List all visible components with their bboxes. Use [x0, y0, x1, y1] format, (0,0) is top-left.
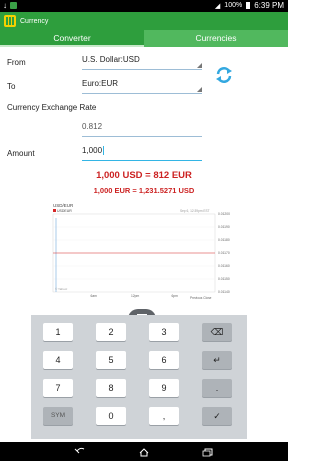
exchange-rate-label: Currency Exchange Rate — [7, 103, 97, 112]
tab-currencies[interactable]: Currencies — [144, 30, 288, 47]
comma-key[interactable]: , — [149, 407, 179, 425]
chart-title: USD/EUR — [53, 203, 74, 208]
y-tick-label: 0.01190 — [218, 225, 230, 229]
from-currency-select[interactable]: U.S. Dollar:USD — [82, 55, 202, 70]
x-tick-label: 12pm — [131, 294, 140, 298]
y-tick-label: 0.01200 — [218, 212, 230, 216]
to-currency-value: Euro:EUR — [82, 79, 119, 88]
x-tick-label: 6am — [91, 294, 98, 298]
clock: 6:39 PM — [254, 1, 284, 10]
key-4[interactable]: 4 — [43, 351, 73, 369]
battery-level: 100% — [224, 2, 243, 9]
tab-converter[interactable]: Converter — [0, 30, 144, 47]
chart-source: © Yahoo! — [55, 287, 67, 291]
y-tick-label: 0.01150 — [218, 277, 230, 281]
numeric-keyboard: 1 2 3 ⌫ 4 5 6 ↵ 7 8 9. SYM 0, ✓ — [31, 315, 247, 439]
recent-apps-icon[interactable] — [202, 447, 214, 457]
signal-icon: ◢ — [214, 2, 221, 10]
inverse-conversion-result: 1,000 EUR = 1,231.5271 USD — [93, 186, 195, 195]
key-0[interactable]: 0 — [96, 407, 126, 425]
swap-currencies-icon[interactable] — [214, 65, 234, 85]
exchange-rate-value: 0.812 — [82, 122, 103, 131]
download-icon: ↓ — [3, 1, 7, 10]
exchange-rate-chart: USD/EUR USDEUR Sep 6, 12:39pm EST 0.0120… — [52, 203, 230, 300]
x-tick-label: 6pm — [172, 294, 179, 298]
app-logo-icon[interactable] — [4, 15, 16, 27]
navigation-bar — [0, 442, 288, 461]
dropdown-caret-icon — [197, 87, 202, 92]
done-key[interactable]: ✓ — [202, 407, 232, 425]
to-currency-select[interactable]: Euro:EUR — [82, 79, 202, 94]
battery-icon — [246, 2, 251, 9]
action-bar: Currency — [0, 12, 288, 30]
app-notification-icon — [10, 2, 17, 9]
tab-bar: Converter Currencies — [0, 30, 288, 47]
backspace-key[interactable]: ⌫ — [202, 323, 232, 341]
text-cursor — [103, 146, 105, 156]
key-7[interactable]: 7 — [43, 379, 73, 397]
app-title: Currency — [20, 17, 49, 25]
y-tick-label: 0.01170 — [218, 251, 230, 255]
symbols-key[interactable]: SYM — [43, 407, 73, 425]
status-bar: ↓ ◢ 100% 6:39 PM — [0, 0, 288, 12]
y-tick-label: 0.01180 — [218, 238, 230, 242]
key-8[interactable]: 8 — [96, 379, 126, 397]
home-icon[interactable] — [138, 447, 150, 457]
back-icon[interactable] — [74, 447, 86, 457]
key-1[interactable]: 1 — [43, 323, 73, 341]
y-tick-label: 0.01140 — [218, 290, 230, 294]
conversion-result: 1,000 USD = 812 EUR — [96, 170, 192, 181]
key-3[interactable]: 3 — [149, 323, 179, 341]
status-left: ↓ — [3, 1, 17, 10]
y-tick-label: 0.01160 — [218, 264, 230, 268]
chart-timestamp: Sep 6, 12:39pm EST — [180, 209, 210, 213]
key-2[interactable]: 2 — [96, 323, 126, 341]
from-currency-value: U.S. Dollar:USD — [82, 55, 140, 64]
period-key[interactable]: . — [202, 379, 232, 397]
amount-value: 1,000 — [82, 146, 103, 155]
chart-legend-bottom: Previous Close — [190, 296, 212, 300]
key-9[interactable]: 9 — [149, 379, 179, 397]
legend-series-name: USDEUR — [57, 209, 72, 213]
amount-label: Amount — [7, 149, 35, 158]
legend-swatch — [53, 209, 56, 212]
dropdown-caret-icon — [197, 63, 202, 68]
key-6[interactable]: 6 — [149, 351, 179, 369]
from-label: From — [7, 58, 26, 67]
enter-key[interactable]: ↵ — [202, 351, 232, 369]
to-label: To — [7, 82, 16, 91]
amount-input[interactable]: 1,000 — [82, 146, 202, 161]
key-5[interactable]: 5 — [96, 351, 126, 369]
exchange-rate-input[interactable]: 0.812 — [82, 122, 202, 137]
status-right: ◢ 100% 6:39 PM — [215, 1, 284, 10]
